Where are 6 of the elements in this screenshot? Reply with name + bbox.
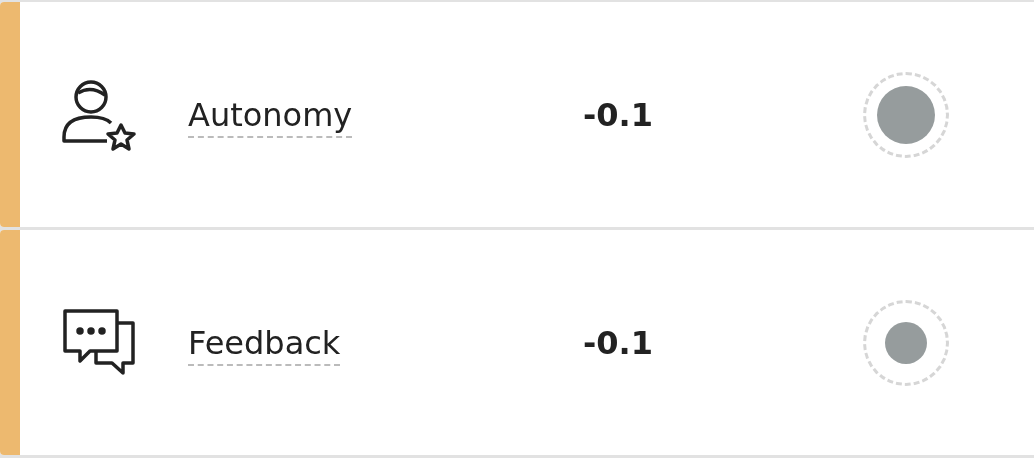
factor-value: -0.1	[583, 323, 654, 362]
factor-value: -0.1	[583, 95, 654, 134]
level-dot	[877, 85, 935, 144]
factor-label[interactable]: Autonomy	[188, 95, 353, 138]
level-dot	[885, 321, 927, 364]
factor-label[interactable]: Feedback	[188, 323, 341, 366]
